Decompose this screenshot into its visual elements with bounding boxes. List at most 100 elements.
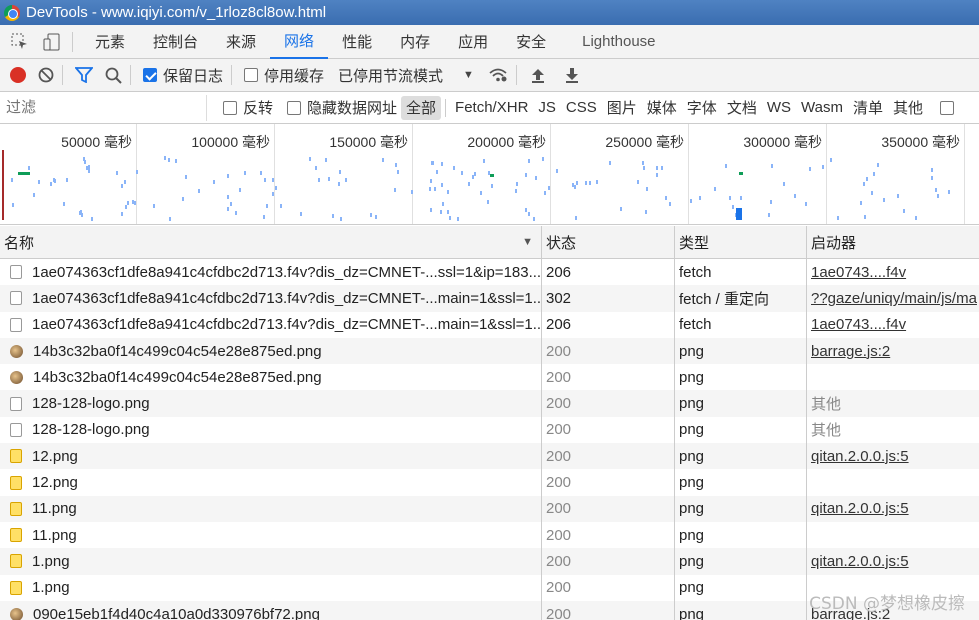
initiator-value[interactable]: qitan.2.0.0.js:5 (811, 500, 909, 517)
overview-request-mark (317, 178, 320, 183)
tab-4[interactable]: 性能 (328, 25, 386, 59)
table-row[interactable]: 14b3c32ba0f14c499c04c54e28e875ed.png 200 p… (0, 337, 979, 365)
tab-1[interactable]: 控制台 (139, 25, 212, 59)
toolbar-divider (130, 65, 131, 85)
more-filters-checkbox[interactable] (939, 100, 954, 115)
preserve-log-checkbox[interactable]: 保留日志 (143, 59, 223, 92)
initiator-cell[interactable]: qitan.2.0.0.js:5 (807, 443, 979, 469)
table-row[interactable]: 11.png 200 png qitan.2.0.0.js:5 (0, 495, 979, 522)
initiator-cell[interactable]: qitan.2.0.0.js:5 (807, 496, 979, 522)
initiator-value[interactable]: barrage.js:2 (811, 343, 890, 360)
type-value: png (679, 447, 705, 465)
filter-type-8[interactable]: WS (762, 96, 796, 120)
initiator-cell[interactable]: ??gaze/uniqy/main/js/ma (807, 285, 979, 311)
overview-request-mark (212, 180, 215, 185)
table-row[interactable]: 12.png 200 png (0, 469, 979, 496)
filter-type-11[interactable]: 其他 (888, 96, 928, 120)
initiator-cell[interactable]: qitan.2.0.0.js:5 (807, 548, 979, 574)
overview-request-mark (836, 216, 839, 221)
name-cell[interactable]: 14b3c32ba0f14c499c04c54e28e875ed.png (0, 337, 542, 365)
column-name-header[interactable]: 名称 ▼ (0, 225, 542, 259)
tab-0[interactable]: 元素 (81, 25, 139, 59)
filter-type-10[interactable]: 清单 (848, 96, 888, 120)
overview-request-mark (331, 213, 334, 218)
name-cell[interactable]: 12.png (0, 443, 542, 470)
disable-cache-checkbox[interactable]: 停用缓存 (244, 59, 324, 92)
filter-type-3[interactable]: CSS (561, 96, 602, 120)
table-row[interactable]: 11.png 200 png (0, 521, 979, 549)
initiator-value[interactable]: qitan.2.0.0.js:5 (811, 553, 909, 570)
import-har-icon[interactable] (531, 59, 545, 92)
name-cell[interactable]: 12.png (0, 469, 542, 496)
tab-2[interactable]: 来源 (212, 25, 270, 59)
filter-type-1[interactable]: Fetch/XHR (450, 96, 533, 120)
initiator-value: 其他 (811, 396, 842, 414)
invert-checkbox[interactable]: 反转 (223, 97, 273, 118)
name-cell[interactable]: 14b3c32ba0f14c499c04c54e28e875ed.png (0, 364, 542, 391)
inspect-element-icon[interactable] (8, 30, 32, 54)
status-cell: 200 (542, 548, 675, 575)
search-icon[interactable] (105, 59, 122, 92)
name-cell[interactable]: 1.png (0, 574, 542, 601)
initiator-value[interactable]: ??gaze/uniqy/main/js/ma (811, 290, 977, 307)
request-name: 11.png (32, 526, 77, 544)
overview-request-mark (609, 161, 612, 166)
initiator-cell[interactable]: barrage.js:2 (807, 338, 979, 364)
table-row[interactable]: 1.png 200 png qitan.2.0.0.js:5 (0, 548, 979, 575)
column-status-header[interactable]: 状态 (542, 225, 675, 259)
overview-request-mark (135, 169, 138, 174)
filter-type-6[interactable]: 字体 (682, 96, 722, 120)
initiator-value[interactable]: qitan.2.0.0.js:5 (811, 448, 909, 465)
initiator-cell[interactable]: 1ae0743....f4v (807, 312, 979, 338)
name-cell[interactable]: 11.png (0, 495, 542, 522)
filter-icon[interactable] (75, 59, 93, 92)
filter-input[interactable] (2, 94, 207, 121)
table-row[interactable]: 128-128-logo.png 200 png 其他 (0, 390, 979, 417)
status-value: 200 (546, 395, 572, 413)
tab-7[interactable]: 安全 (502, 25, 560, 59)
hide-data-urls-checkbox[interactable]: 隐藏数据网址 (287, 97, 397, 118)
filter-type-5[interactable]: 媒体 (642, 96, 682, 120)
table-row[interactable]: 14b3c32ba0f14c499c04c54e28e875ed.png 200 p… (0, 364, 979, 391)
name-cell[interactable]: 1ae074363cf1dfe8a941c4cfdbc2d713.f4v?dis… (0, 311, 542, 338)
disable-cache-check[interactable] (244, 68, 259, 82)
invert-check[interactable] (223, 100, 237, 115)
initiator-cell[interactable]: 1ae0743....f4v (807, 259, 979, 285)
name-cell[interactable]: 128-128-logo.png (0, 416, 542, 444)
initiator-value[interactable]: 1ae0743....f4v (811, 264, 906, 281)
filter-type-7[interactable]: 文档 (722, 96, 762, 120)
filter-type-2[interactable]: JS (533, 96, 561, 120)
table-row[interactable]: 1ae074363cf1dfe8a941c4cfdbc2d713.f4v?dis… (0, 259, 979, 286)
overview-request-mark (527, 212, 530, 217)
tab-8[interactable]: Lighthouse (568, 25, 669, 59)
window-title: DevTools - www.iqiyi.com/v_1rloz8cl8ow.h… (26, 4, 327, 21)
device-toolbar-icon[interactable] (40, 30, 64, 54)
tab-6[interactable]: 应用 (444, 25, 502, 59)
name-cell[interactable]: 1ae074363cf1dfe8a941c4cfdbc2d713.f4v?dis… (0, 285, 542, 312)
filter-type-9[interactable]: Wasm (796, 96, 848, 120)
tab-5[interactable]: 内存 (386, 25, 444, 59)
throttling-select[interactable]: 已停用节流模式 ▼ (338, 59, 474, 92)
name-cell[interactable]: 1.png (0, 548, 542, 575)
table-row[interactable]: 1ae074363cf1dfe8a941c4cfdbc2d713.f4v?dis… (0, 311, 979, 338)
hide-data-urls-check[interactable] (287, 100, 302, 115)
name-cell[interactable]: 11.png (0, 521, 542, 549)
name-cell[interactable]: 128-128-logo.png (0, 390, 542, 417)
column-type-header[interactable]: 类型 (675, 225, 807, 259)
column-initiator-header[interactable]: 启动器 (807, 226, 979, 259)
tab-3[interactable]: 网络 (270, 25, 329, 59)
network-overview[interactable]: 50000 毫秒 100000 毫秒 150000 毫秒 200000 毫秒 25000… (0, 124, 979, 225)
table-row[interactable]: 1ae074363cf1dfe8a941c4cfdbc2d713.f4v?dis… (0, 285, 979, 312)
network-conditions-icon[interactable] (488, 59, 508, 92)
filter-type-0[interactable]: 全部 (401, 95, 442, 120)
export-har-icon[interactable] (565, 59, 579, 92)
preserve-log-check[interactable] (143, 68, 157, 82)
name-cell[interactable]: 1ae074363cf1dfe8a941c4cfdbc2d713.f4v?dis… (0, 259, 542, 286)
initiator-value[interactable]: 1ae0743....f4v (811, 316, 906, 333)
record-button[interactable] (10, 67, 26, 83)
name-cell[interactable]: 090e15eb1f4d40c4a10a0d330976bf72.png (0, 600, 542, 620)
table-row[interactable]: 128-128-logo.png 200 png 其他 (0, 416, 979, 444)
table-row[interactable]: 12.png 200 png qitan.2.0.0.js:5 (0, 443, 979, 470)
filter-type-4[interactable]: 图片 (602, 96, 642, 120)
clear-icon[interactable] (38, 59, 54, 92)
